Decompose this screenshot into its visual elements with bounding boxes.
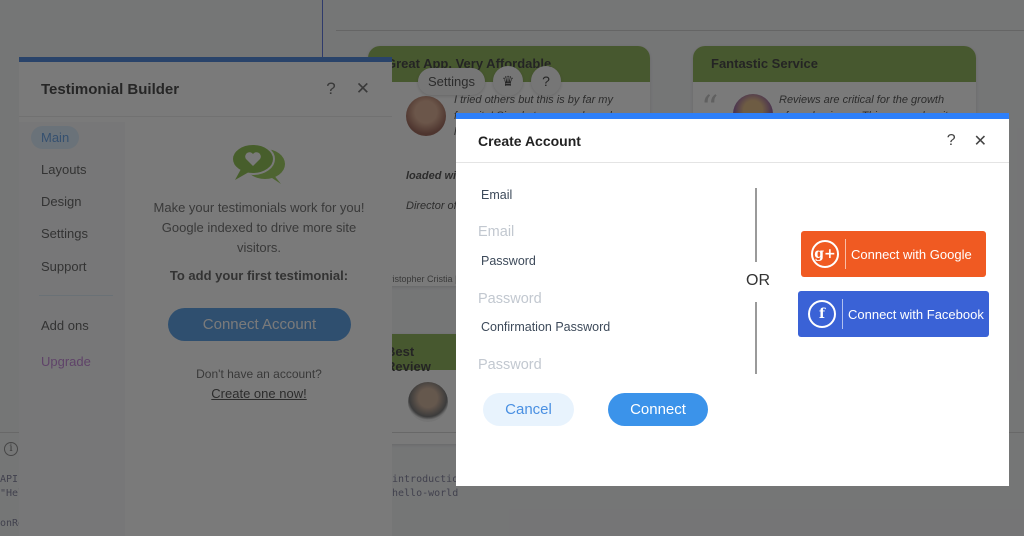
create-account-modal: Create Account ? ✕ Email Password Confir…: [456, 113, 1009, 486]
connect-google-button[interactable]: g+ Connect with Google: [801, 231, 986, 277]
help-icon[interactable]: ?: [947, 132, 956, 150]
or-divider: [755, 188, 757, 262]
email-field[interactable]: [478, 220, 718, 244]
google-plus-icon: g+: [811, 240, 839, 268]
facebook-icon: f: [808, 300, 836, 328]
facebook-button-label: Connect with Facebook: [848, 306, 984, 322]
email-label: Email: [481, 188, 513, 202]
connect-button[interactable]: Connect: [608, 393, 708, 426]
password-field[interactable]: [478, 287, 718, 311]
icon-separator: [842, 299, 843, 329]
close-icon[interactable]: ✕: [974, 131, 987, 151]
confirm-password-field[interactable]: [478, 353, 718, 377]
or-divider: [755, 302, 757, 374]
cancel-button[interactable]: Cancel: [483, 393, 574, 426]
confirm-password-label: Confirmation Password: [481, 320, 611, 334]
google-button-label: Connect with Google: [851, 246, 972, 262]
icon-separator: [845, 239, 846, 269]
modal-title: Create Account: [478, 132, 581, 149]
connect-facebook-button[interactable]: f Connect with Facebook: [798, 291, 989, 337]
or-label: OR: [746, 272, 770, 289]
password-label: Password: [481, 254, 536, 268]
